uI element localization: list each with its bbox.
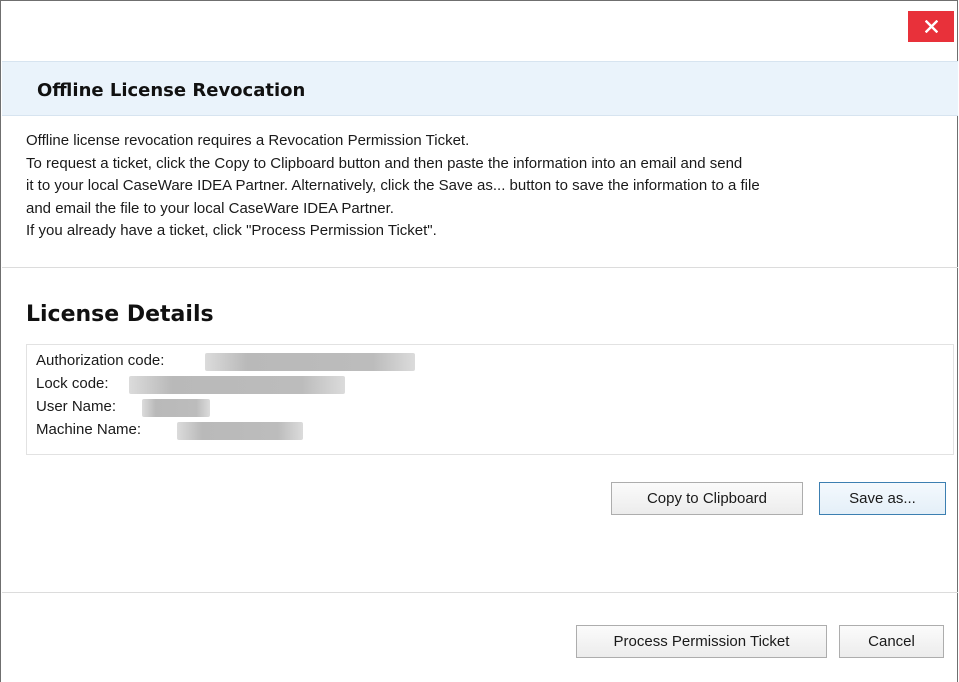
license-details-title: License Details [26, 302, 214, 327]
machine-name-label: Machine Name: [36, 421, 142, 438]
lock-code-row: Lock code: [36, 375, 109, 394]
process-permission-ticket-button[interactable]: Process Permission Ticket [576, 625, 827, 658]
instruction-line: Offline license revocation requires a Re… [26, 132, 470, 149]
instruction-line: To request a ticket, click the Copy to C… [26, 154, 743, 172]
lock-code-value-redacted [129, 376, 345, 394]
close-icon [924, 20, 938, 33]
user-name-row: User Name: [36, 398, 116, 417]
instructions-text: Offline license revocation requires a Re… [26, 130, 951, 243]
license-revocation-dialog: Offline License Revocation Offline licen… [0, 0, 958, 682]
close-button[interactable] [908, 11, 954, 42]
instruction-line: and email the file to your local CaseWar… [26, 199, 394, 217]
save-as-button[interactable]: Save as... [819, 482, 946, 515]
authorization-code-row: Authorization code: [36, 352, 164, 371]
footer-divider [2, 592, 958, 593]
authorization-code-label: Authorization code: [36, 352, 165, 369]
user-name-value-redacted [142, 399, 210, 417]
user-name-label: User Name: [36, 398, 117, 415]
instruction-line: it to your local CaseWare IDEA Partner. … [26, 177, 760, 194]
authorization-code-value-redacted [205, 353, 415, 371]
machine-name-value-redacted [177, 422, 303, 440]
machine-name-row: Machine Name: [36, 421, 141, 440]
dialog-title: Offline License Revocation [37, 80, 306, 101]
cancel-button[interactable]: Cancel [839, 625, 944, 658]
lock-code-label: Lock code: [36, 375, 109, 392]
divider [2, 267, 958, 268]
instruction-line: If you already have a ticket, click "Pro… [26, 222, 437, 239]
license-details-box: Authorization code: Lock code: User Name… [26, 344, 954, 455]
copy-to-clipboard-button[interactable]: Copy to Clipboard [611, 482, 803, 515]
